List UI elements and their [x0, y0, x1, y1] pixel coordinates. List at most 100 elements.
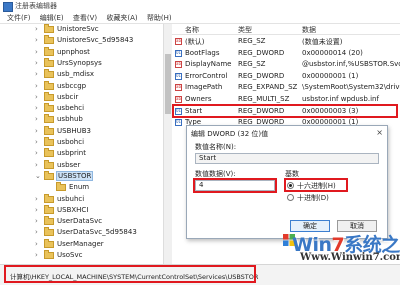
- tree-item-label: upnphost: [57, 47, 90, 56]
- value-type: REG_SZ: [238, 60, 266, 69]
- folder-icon: [44, 57, 54, 67]
- tree-item-label: usb_mdisx: [57, 70, 95, 79]
- tree-item-label: usbhub: [57, 115, 83, 124]
- tree-expander-icon[interactable]: ›: [35, 228, 41, 236]
- folder-icon: [44, 46, 54, 56]
- tree-expander-icon[interactable]: ›: [35, 48, 41, 56]
- folder-icon: [44, 204, 54, 214]
- tree-expander-icon[interactable]: ›: [35, 138, 41, 146]
- edit-dword-dialog: 编辑 DWORD (32 位)值 × 数值名称(N): Start 数值数据(V…: [186, 125, 388, 239]
- value-type: REG_DWORD: [238, 48, 285, 57]
- value-name: (默认): [185, 38, 205, 46]
- tree-expander-icon[interactable]: ›: [35, 251, 41, 259]
- value-row[interactable]: ErrorControl REG_DWORD 0x00000001 (1): [172, 71, 400, 82]
- folder-icon: [44, 193, 54, 203]
- folder-icon: [44, 170, 54, 180]
- tree-expander-icon[interactable]: ›: [35, 206, 41, 214]
- folder-icon: [44, 69, 54, 79]
- tree-expander-icon[interactable]: ›: [35, 195, 41, 203]
- value-data: 0x00000001 (1): [302, 71, 359, 80]
- value-name: BootFlags: [185, 48, 220, 57]
- tree-item-label: UnistoreSvc: [57, 25, 99, 33]
- value-type: REG_SZ: [238, 37, 266, 45]
- value-data: \SystemRoot\System32\drivers\U: [302, 83, 400, 92]
- dword-value-icon: [175, 119, 182, 127]
- header-divider: [172, 34, 400, 35]
- annotation-box-hex: [284, 178, 348, 192]
- dword-value-icon: [175, 72, 182, 80]
- dword-value-icon: [175, 49, 182, 57]
- value-name-field[interactable]: Start: [195, 153, 379, 164]
- watermark-url: Www.Winwin7.com: [300, 252, 400, 263]
- folder-icon: [44, 216, 54, 226]
- string-value-icon: [175, 61, 182, 69]
- tree-item-label: Enum: [69, 183, 90, 192]
- folder-icon: [56, 182, 66, 192]
- tree-item-label: UnistoreSvc_5d95843: [57, 36, 134, 45]
- regedit-app-icon: [3, 2, 13, 12]
- string-value-icon: [175, 38, 182, 45]
- tree-expander-icon[interactable]: ›: [35, 149, 41, 157]
- menu-favorites[interactable]: 收藏夹(A): [106, 13, 137, 23]
- folder-icon: [44, 159, 54, 169]
- tree-expander-icon[interactable]: ›: [35, 161, 41, 169]
- radio-dec[interactable]: [287, 194, 294, 201]
- radio-dec-label[interactable]: 十进制(D): [297, 193, 329, 203]
- tree-item-label: usbuhci: [57, 194, 85, 203]
- value-name: Owners: [185, 95, 212, 103]
- tree-expander-icon[interactable]: ›: [35, 82, 41, 90]
- folder-icon: [44, 137, 54, 146]
- menu-view[interactable]: 查看(V): [73, 13, 97, 23]
- folder-icon: [44, 103, 54, 113]
- dialog-close-icon[interactable]: ×: [376, 128, 383, 137]
- value-data: 0x00000014 (20): [302, 48, 363, 57]
- folder-icon: [44, 114, 54, 124]
- dialog-title: 编辑 DWORD (32 位)值: [191, 130, 269, 138]
- annotation-box-path: [4, 265, 256, 283]
- tree-expander-icon[interactable]: ›: [35, 104, 41, 112]
- value-name: DisplayName: [185, 60, 232, 69]
- value-row[interactable]: BootFlags REG_DWORD 0x00000014 (20): [172, 48, 400, 59]
- tree-expander-icon[interactable]: ›: [35, 25, 41, 33]
- tree-scroll-thumb[interactable]: [165, 54, 171, 114]
- tree-item-label: usbccgp: [57, 81, 87, 90]
- tree-expander-icon[interactable]: ›: [35, 36, 41, 44]
- tree-item-label: usbcir: [57, 92, 79, 101]
- value-row[interactable]: DisplayName REG_SZ @usbstor.inf,%USBSTOR.S…: [172, 59, 400, 70]
- menu-bar: 文件(F) 编辑(E) 查看(V) 收藏夹(A) 帮助(H): [0, 12, 400, 24]
- tree-item-label: usbprint: [57, 149, 86, 158]
- folder-icon: [44, 35, 54, 45]
- tree-expander-icon[interactable]: ›: [35, 217, 41, 225]
- value-row[interactable]: ImagePath REG_EXPAND_SZ \SystemRoot\System…: [172, 82, 400, 93]
- tree-item-label: USBXHCI: [57, 205, 89, 214]
- tree-item-label: usbohci: [57, 138, 85, 146]
- tree-item-label: UserManager: [57, 239, 104, 248]
- tree-expander-icon[interactable]: ›: [35, 93, 41, 101]
- tree-expander-icon[interactable]: ›: [35, 59, 41, 67]
- tree-expander-icon[interactable]: ›: [35, 115, 41, 123]
- tree-item-label: usbehci: [57, 104, 85, 113]
- folder-icon: [44, 80, 54, 90]
- tree-expander-icon[interactable]: ›: [35, 70, 41, 78]
- tree-item-label: UserDataSvc: [57, 217, 103, 226]
- folder-icon: [44, 148, 54, 158]
- value-name: ImagePath: [185, 83, 223, 92]
- tree-item-label: USBHUB3: [57, 126, 92, 135]
- value-data: (数值未设置): [302, 38, 343, 46]
- tree-expander-icon[interactable]: ⌄: [35, 172, 41, 180]
- registry-tree[interactable]: › UnistoreSvc › UnistoreSvc_5d95843 › upnphos…: [0, 24, 163, 264]
- tree-item-label: USBSTOR: [55, 170, 94, 181]
- folder-icon: [44, 238, 54, 248]
- folder-icon: [44, 125, 54, 135]
- tree-item-label: UserDataSvc_5d95843: [57, 228, 137, 237]
- tree-expander-icon[interactable]: ›: [35, 240, 41, 248]
- menu-edit[interactable]: 编辑(E): [40, 13, 64, 23]
- tree-item-label: UsoSvc: [57, 251, 83, 259]
- string-value-icon: [175, 84, 182, 92]
- menu-help[interactable]: 帮助(H): [147, 13, 172, 23]
- menu-file[interactable]: 文件(F): [7, 13, 31, 23]
- folder-icon: [44, 250, 54, 259]
- annotation-box-start: [172, 103, 398, 118]
- value-row[interactable]: (默认) REG_SZ (数值未设置): [172, 36, 400, 47]
- tree-expander-icon[interactable]: ›: [35, 127, 41, 135]
